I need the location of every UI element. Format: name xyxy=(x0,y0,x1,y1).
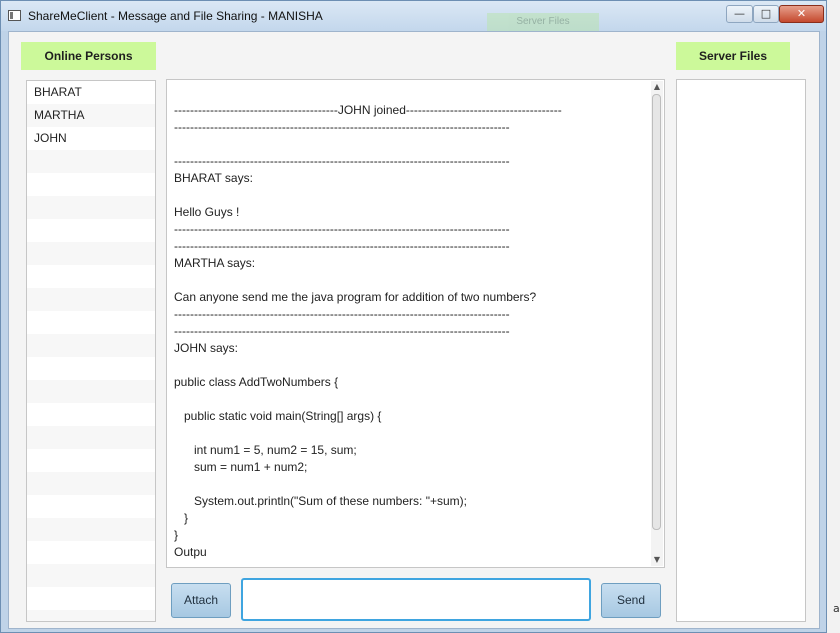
online-persons-label: Online Persons xyxy=(21,42,156,70)
empty-list-row xyxy=(27,472,155,495)
empty-list-row xyxy=(27,311,155,334)
title-bar[interactable]: ShareMeClient - Message and File Sharing… xyxy=(1,1,826,31)
empty-list-row xyxy=(27,265,155,288)
chat-scrollbar[interactable]: ▲ ▼ xyxy=(651,81,663,566)
desktop-backdrop xyxy=(826,0,840,633)
empty-list-row xyxy=(27,357,155,380)
minimize-icon: — xyxy=(734,7,745,20)
person-item[interactable]: MARTHA xyxy=(27,104,155,127)
message-input[interactable] xyxy=(241,578,591,621)
empty-list-row xyxy=(27,219,155,242)
empty-list-row xyxy=(27,610,155,621)
minimize-button[interactable]: — xyxy=(726,5,753,23)
person-item[interactable]: JOHN xyxy=(27,127,155,150)
empty-list-row xyxy=(27,288,155,311)
background-window-tab: Server Files xyxy=(487,13,599,31)
server-files-label: Server Files xyxy=(676,42,790,70)
close-button[interactable]: ✕ xyxy=(779,5,824,23)
scroll-thumb[interactable] xyxy=(652,94,661,530)
empty-list-row xyxy=(27,495,155,518)
server-files-list[interactable] xyxy=(676,79,806,622)
scroll-up-icon[interactable]: ▲ xyxy=(651,81,663,93)
close-icon: ✕ xyxy=(796,7,807,20)
empty-list-row xyxy=(27,334,155,357)
empty-list-row xyxy=(27,380,155,403)
online-persons-list[interactable]: BHARAT MARTHA JOHN xyxy=(26,80,156,622)
send-button[interactable]: Send xyxy=(601,583,661,618)
window-title: ShareMeClient - Message and File Sharing… xyxy=(28,9,323,23)
desktop-text-fragment: a xyxy=(833,602,840,615)
chat-messages: ----------------------------------------… xyxy=(174,103,562,559)
empty-list-row xyxy=(27,173,155,196)
scroll-down-icon[interactable]: ▼ xyxy=(651,554,663,566)
maximize-icon: □ xyxy=(760,7,772,20)
empty-list-row xyxy=(27,426,155,449)
person-item[interactable]: BHARAT xyxy=(27,81,155,104)
empty-list-row xyxy=(27,518,155,541)
attach-button[interactable]: Attach xyxy=(171,583,231,618)
app-icon xyxy=(8,10,21,21)
empty-list-row xyxy=(27,150,155,173)
maximize-button[interactable]: □ xyxy=(753,5,779,23)
empty-list-row xyxy=(27,242,155,265)
empty-list-row xyxy=(27,564,155,587)
empty-list-row xyxy=(27,196,155,219)
empty-list-row xyxy=(27,587,155,610)
empty-list-row xyxy=(27,449,155,472)
chat-transcript[interactable]: ----------------------------------------… xyxy=(166,79,665,568)
empty-list-row xyxy=(27,403,155,426)
empty-list-row xyxy=(27,541,155,564)
